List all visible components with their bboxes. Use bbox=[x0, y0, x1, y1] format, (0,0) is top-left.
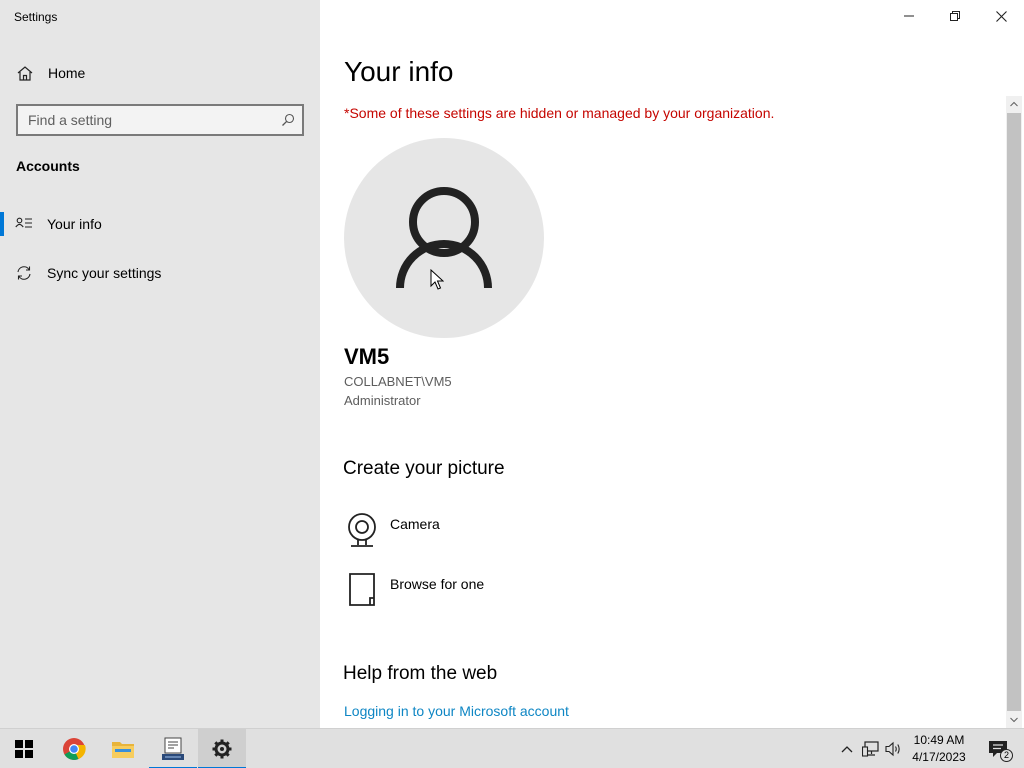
person-list-icon bbox=[15, 216, 33, 232]
chevron-down-icon bbox=[1010, 717, 1018, 723]
sidebar-item-sync[interactable]: Sync your settings bbox=[0, 255, 320, 291]
sidebar-item-your-info[interactable]: Your info bbox=[0, 206, 320, 242]
window-title: Settings bbox=[14, 10, 58, 24]
restore-button[interactable] bbox=[932, 0, 978, 32]
chrome-icon bbox=[63, 738, 86, 760]
camera-label: Camera bbox=[390, 516, 440, 532]
chevron-up-icon bbox=[1010, 101, 1018, 107]
scroll-up-button[interactable] bbox=[1006, 96, 1022, 112]
network-icon[interactable] bbox=[862, 740, 880, 758]
browse-label: Browse for one bbox=[390, 576, 485, 592]
browse-option[interactable]: Browse for one bbox=[344, 572, 584, 616]
avatar bbox=[344, 138, 544, 338]
mouse-cursor-icon bbox=[430, 268, 445, 296]
selection-indicator bbox=[0, 212, 4, 236]
close-button[interactable] bbox=[978, 0, 1024, 32]
restore-icon bbox=[950, 11, 960, 21]
document-icon bbox=[344, 572, 380, 608]
scroll-thumb[interactable] bbox=[1007, 113, 1021, 711]
app-taskbar-button[interactable] bbox=[149, 729, 197, 768]
taskbar: 10:49 AM 4/17/2023 2 bbox=[0, 728, 1024, 768]
settings-gear-icon bbox=[212, 739, 232, 759]
microsoft-account-help-link[interactable]: Logging in to your Microsoft account bbox=[344, 703, 569, 719]
show-hidden-icons-chevron-up-icon[interactable] bbox=[838, 740, 856, 758]
chrome-taskbar-button[interactable] bbox=[50, 729, 98, 768]
sync-icon bbox=[15, 265, 33, 281]
file-explorer-icon bbox=[112, 742, 134, 758]
section-title-accounts: Accounts bbox=[16, 158, 80, 174]
user-role: Administrator bbox=[344, 393, 421, 408]
app-icon bbox=[162, 737, 184, 760]
user-name: VM5 bbox=[344, 344, 390, 369]
file-explorer-taskbar-button[interactable] bbox=[99, 729, 147, 768]
nav-home-label: Home bbox=[48, 65, 86, 81]
scroll-down-button[interactable] bbox=[1006, 712, 1022, 728]
close-icon bbox=[995, 10, 1007, 22]
page-title: Your info bbox=[344, 56, 454, 87]
camera-option[interactable]: Camera bbox=[344, 512, 584, 556]
clock-date: 4/17/2023 bbox=[912, 750, 966, 764]
help-heading: Help from the web bbox=[343, 663, 498, 684]
user-domain: COLLABNET\VM5 bbox=[344, 374, 452, 389]
minimize-button[interactable] bbox=[886, 0, 932, 32]
create-picture-heading: Create your picture bbox=[343, 458, 505, 479]
home-icon bbox=[16, 65, 34, 83]
main-content: Your info *Some of these settings are hi… bbox=[320, 0, 1024, 728]
user-avatar-icon bbox=[396, 187, 492, 289]
start-button[interactable] bbox=[0, 729, 48, 768]
clock-time: 10:49 AM bbox=[913, 733, 965, 747]
sidebar: Settings Home Accounts Your info Sync yo… bbox=[0, 0, 320, 728]
org-managed-note: *Some of these settings are hidden or ma… bbox=[344, 105, 775, 121]
search-icon[interactable] bbox=[281, 113, 295, 127]
nav-home[interactable]: Home bbox=[0, 58, 320, 88]
search-input[interactable] bbox=[18, 106, 272, 134]
sidebar-item-label: Your info bbox=[47, 216, 102, 232]
scrollbar[interactable] bbox=[1006, 96, 1022, 728]
search-box[interactable] bbox=[16, 104, 304, 136]
sidebar-item-label: Sync your settings bbox=[47, 265, 162, 281]
start-icon bbox=[15, 740, 33, 758]
minimize-icon bbox=[904, 15, 914, 17]
camera-icon bbox=[344, 512, 380, 548]
volume-icon[interactable] bbox=[885, 740, 903, 758]
taskbar-clock[interactable]: 10:49 AM 4/17/2023 bbox=[904, 732, 974, 766]
notification-count-badge: 2 bbox=[1000, 749, 1013, 762]
action-center-button[interactable]: 2 bbox=[978, 729, 1018, 768]
settings-taskbar-button[interactable] bbox=[198, 729, 246, 768]
